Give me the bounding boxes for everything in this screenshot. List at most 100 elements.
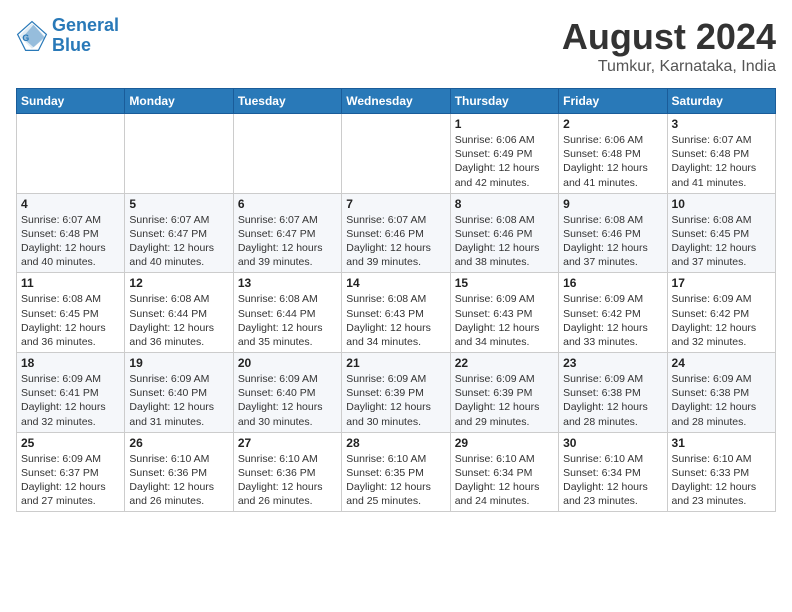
day-number: 18 <box>21 356 120 370</box>
day-number: 23 <box>563 356 662 370</box>
calendar-week-3: 11 Sunrise: 6:08 AM Sunset: 6:45 PM Dayli… <box>17 273 776 353</box>
day-info: Sunrise: 6:08 AM Sunset: 6:46 PM Dayligh… <box>455 213 554 270</box>
day-info: Sunrise: 6:10 AM Sunset: 6:34 PM Dayligh… <box>455 452 554 509</box>
calendar-cell: 18 Sunrise: 6:09 AM Sunset: 6:41 PM Dayli… <box>17 353 125 433</box>
page-header: G General Blue August 2024 Tumkur, Karna… <box>16 16 776 76</box>
weekday-header-friday: Friday <box>559 89 667 114</box>
day-number: 21 <box>346 356 445 370</box>
calendar-cell: 14Sunrise: 6:08 AM Sunset: 6:43 PM Dayli… <box>342 273 450 353</box>
day-number: 9 <box>563 197 662 211</box>
day-info: Sunrise: 6:06 AM Sunset: 6:49 PM Dayligh… <box>455 133 554 190</box>
weekday-header-monday: Monday <box>125 89 233 114</box>
day-info: Sunrise: 6:09 AM Sunset: 6:41 PM Dayligh… <box>21 372 120 429</box>
calendar-cell: 2 Sunrise: 6:06 AM Sunset: 6:48 PM Daylig… <box>559 114 667 194</box>
calendar-cell: 28 Sunrise: 6:10 AM Sunset: 6:35 PM Dayli… <box>342 432 450 512</box>
calendar-cell: 6 Sunrise: 6:07 AM Sunset: 6:47 PM Daylig… <box>233 193 341 273</box>
day-number: 8 <box>455 197 554 211</box>
calendar-week-4: 18 Sunrise: 6:09 AM Sunset: 6:41 PM Dayli… <box>17 353 776 433</box>
calendar-header: SundayMondayTuesdayWednesdayThursdayFrid… <box>17 89 776 114</box>
calendar-cell: 7 Sunrise: 6:07 AM Sunset: 6:46 PM Daylig… <box>342 193 450 273</box>
calendar-cell: 15 Sunrise: 6:09 AM Sunset: 6:43 PM Dayli… <box>450 273 558 353</box>
day-info: Sunrise: 6:07 AM Sunset: 6:46 PM Dayligh… <box>346 213 445 270</box>
day-info: Sunrise: 6:09 AM Sunset: 6:38 PM Dayligh… <box>672 372 771 429</box>
day-info: Sunrise: 6:09 AM Sunset: 6:38 PM Dayligh… <box>563 372 662 429</box>
day-number: 25 <box>21 436 120 450</box>
calendar-cell <box>233 114 341 194</box>
logo: G General Blue <box>16 16 119 56</box>
day-number: 6 <box>238 197 337 211</box>
day-number: 3 <box>672 117 771 131</box>
weekday-header-thursday: Thursday <box>450 89 558 114</box>
calendar-cell: 19 Sunrise: 6:09 AM Sunset: 6:40 PM Dayli… <box>125 353 233 433</box>
weekday-header-saturday: Saturday <box>667 89 775 114</box>
day-info: Sunrise: 6:10 AM Sunset: 6:34 PM Dayligh… <box>563 452 662 509</box>
day-info: Sunrise: 6:09 AM Sunset: 6:43 PM Dayligh… <box>455 292 554 349</box>
page-title: August 2024 <box>562 16 776 58</box>
calendar-table: SundayMondayTuesdayWednesdayThursdayFrid… <box>16 88 776 512</box>
day-number: 2 <box>563 117 662 131</box>
calendar-cell <box>342 114 450 194</box>
day-number: 15 <box>455 276 554 290</box>
calendar-cell: 25Sunrise: 6:09 AM Sunset: 6:37 PM Dayli… <box>17 432 125 512</box>
page-subtitle: Tumkur, Karnataka, India <box>562 58 776 76</box>
day-info: Sunrise: 6:08 AM Sunset: 6:44 PM Dayligh… <box>238 292 337 349</box>
day-number: 4 <box>21 197 120 211</box>
calendar-cell: 4Sunrise: 6:07 AM Sunset: 6:48 PM Daylig… <box>17 193 125 273</box>
day-info: Sunrise: 6:09 AM Sunset: 6:40 PM Dayligh… <box>129 372 228 429</box>
calendar-cell: 24 Sunrise: 6:09 AM Sunset: 6:38 PM Dayli… <box>667 353 775 433</box>
weekday-row: SundayMondayTuesdayWednesdayThursdayFrid… <box>17 89 776 114</box>
day-number: 5 <box>129 197 228 211</box>
calendar-cell: 20Sunrise: 6:09 AM Sunset: 6:40 PM Dayli… <box>233 353 341 433</box>
day-number: 1 <box>455 117 554 131</box>
day-number: 28 <box>346 436 445 450</box>
calendar-cell: 30Sunrise: 6:10 AM Sunset: 6:34 PM Dayli… <box>559 432 667 512</box>
day-info: Sunrise: 6:10 AM Sunset: 6:33 PM Dayligh… <box>672 452 771 509</box>
day-info: Sunrise: 6:09 AM Sunset: 6:40 PM Dayligh… <box>238 372 337 429</box>
day-info: Sunrise: 6:09 AM Sunset: 6:42 PM Dayligh… <box>563 292 662 349</box>
calendar-week-5: 25Sunrise: 6:09 AM Sunset: 6:37 PM Dayli… <box>17 432 776 512</box>
calendar-cell: 13 Sunrise: 6:08 AM Sunset: 6:44 PM Dayli… <box>233 273 341 353</box>
calendar-cell: 12Sunrise: 6:08 AM Sunset: 6:44 PM Dayli… <box>125 273 233 353</box>
weekday-header-sunday: Sunday <box>17 89 125 114</box>
day-info: Sunrise: 6:09 AM Sunset: 6:42 PM Dayligh… <box>672 292 771 349</box>
day-number: 26 <box>129 436 228 450</box>
logo-text: General Blue <box>52 16 119 56</box>
calendar-cell: 23 Sunrise: 6:09 AM Sunset: 6:38 PM Dayli… <box>559 353 667 433</box>
day-number: 17 <box>672 276 771 290</box>
calendar-cell: 8 Sunrise: 6:08 AM Sunset: 6:46 PM Daylig… <box>450 193 558 273</box>
day-number: 19 <box>129 356 228 370</box>
day-number: 31 <box>672 436 771 450</box>
calendar-week-2: 4Sunrise: 6:07 AM Sunset: 6:48 PM Daylig… <box>17 193 776 273</box>
calendar-cell: 21Sunrise: 6:09 AM Sunset: 6:39 PM Dayli… <box>342 353 450 433</box>
calendar-cell: 29 Sunrise: 6:10 AM Sunset: 6:34 PM Dayli… <box>450 432 558 512</box>
svg-text:G: G <box>22 33 29 43</box>
day-info: Sunrise: 6:09 AM Sunset: 6:39 PM Dayligh… <box>455 372 554 429</box>
day-number: 13 <box>238 276 337 290</box>
calendar-week-1: 1 Sunrise: 6:06 AM Sunset: 6:49 PM Daylig… <box>17 114 776 194</box>
calendar-cell: 10Sunrise: 6:08 AM Sunset: 6:45 PM Dayli… <box>667 193 775 273</box>
day-number: 7 <box>346 197 445 211</box>
calendar-cell <box>17 114 125 194</box>
day-number: 29 <box>455 436 554 450</box>
day-info: Sunrise: 6:08 AM Sunset: 6:45 PM Dayligh… <box>21 292 120 349</box>
day-number: 11 <box>21 276 120 290</box>
calendar-cell: 11 Sunrise: 6:08 AM Sunset: 6:45 PM Dayli… <box>17 273 125 353</box>
day-number: 12 <box>129 276 228 290</box>
calendar-cell <box>125 114 233 194</box>
weekday-header-tuesday: Tuesday <box>233 89 341 114</box>
calendar-cell: 27Sunrise: 6:10 AM Sunset: 6:36 PM Dayli… <box>233 432 341 512</box>
day-info: Sunrise: 6:06 AM Sunset: 6:48 PM Dayligh… <box>563 133 662 190</box>
calendar-cell: 26Sunrise: 6:10 AM Sunset: 6:36 PM Dayli… <box>125 432 233 512</box>
day-number: 24 <box>672 356 771 370</box>
calendar-cell: 9 Sunrise: 6:08 AM Sunset: 6:46 PM Daylig… <box>559 193 667 273</box>
calendar-body: 1 Sunrise: 6:06 AM Sunset: 6:49 PM Daylig… <box>17 114 776 512</box>
day-number: 22 <box>455 356 554 370</box>
logo-icon: G <box>16 20 48 52</box>
day-info: Sunrise: 6:07 AM Sunset: 6:47 PM Dayligh… <box>238 213 337 270</box>
day-info: Sunrise: 6:10 AM Sunset: 6:35 PM Dayligh… <box>346 452 445 509</box>
day-info: Sunrise: 6:08 AM Sunset: 6:46 PM Dayligh… <box>563 213 662 270</box>
day-number: 10 <box>672 197 771 211</box>
day-number: 16 <box>563 276 662 290</box>
weekday-header-wednesday: Wednesday <box>342 89 450 114</box>
calendar-cell: 22 Sunrise: 6:09 AM Sunset: 6:39 PM Dayli… <box>450 353 558 433</box>
